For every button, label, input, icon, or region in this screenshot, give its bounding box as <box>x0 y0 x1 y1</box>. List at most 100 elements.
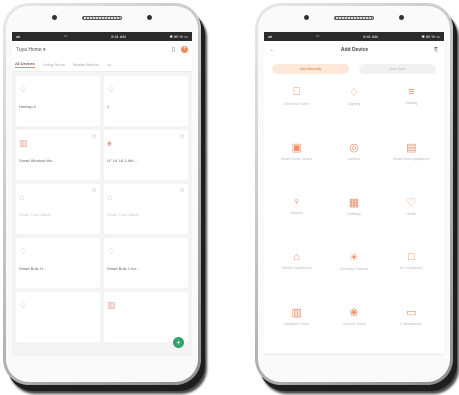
wifi-icon: ◠ <box>315 34 320 39</box>
category-item[interactable]: ☀ Cleaning Products <box>325 249 382 294</box>
device-card-offline[interactable]: ⌂ ⏻ Smart Gate Mach... <box>104 184 188 234</box>
battery-indicator: ✱ 60 % ▭ <box>169 34 188 39</box>
add-device-button[interactable]: + <box>181 46 188 53</box>
plug-icon: ⌂ <box>107 192 113 202</box>
gate-icon: ▦ <box>348 197 360 209</box>
power-icon[interactable]: ⏻ <box>180 134 184 140</box>
power-icon[interactable]: ⏻ <box>92 134 96 140</box>
category-item[interactable]: ▤ Small Home Appliances <box>383 139 440 184</box>
page-title: Add Device <box>340 46 369 53</box>
room-tabs: All Devices Living Room Master Bedroo ••… <box>12 58 192 72</box>
appliance-icon: ▤ <box>406 142 417 154</box>
category-label: Health <box>406 212 417 216</box>
power-icon[interactable]: ⏻ <box>180 188 184 194</box>
bulb-icon: ♢ <box>349 87 359 99</box>
chevron-right-icon: › <box>95 281 97 286</box>
tabs-more-icon[interactable]: ••• <box>107 62 111 67</box>
bulb-icon: ♢ <box>107 84 116 94</box>
switch-icon: ▥ <box>107 300 116 310</box>
add-manually-tab[interactable]: Add Manually <box>272 64 349 74</box>
tab-master-bedroom[interactable]: Master Bedroo <box>73 62 99 67</box>
back-arrow-icon[interactable]: ← <box>270 47 275 53</box>
category-label: Smart Home Sensor <box>280 157 313 161</box>
bulb-icon: ♢ <box>19 246 28 256</box>
category-item[interactable]: ▥ Intelligent Panel <box>268 304 325 349</box>
category-label: Entertainment <box>400 322 423 326</box>
sensor-dot-icon <box>147 15 152 20</box>
category-label: Heating <box>405 101 418 105</box>
camera-icon <box>52 15 57 20</box>
heart-icon: ♡ <box>406 197 417 209</box>
device-card[interactable]: ♢ 1 › <box>104 76 188 126</box>
mode-toggle: Add Manually Auto Scan <box>264 58 444 80</box>
device-name: Smart Window Ma... <box>19 158 56 163</box>
category-item[interactable]: □ Air Conditioner <box>383 249 440 294</box>
device-card[interactable]: ♢ Smart Bulb H... › <box>16 238 100 288</box>
device-card[interactable]: ▥ ⏻ Smart Window Ma... <box>16 130 100 180</box>
wifi-icon: ◠ <box>63 34 68 39</box>
tab-living-room[interactable]: Living Room <box>43 62 65 67</box>
sensor-dot-icon <box>399 15 404 20</box>
category-item[interactable]: ⎕ Electrical Outlet <box>268 84 325 129</box>
signal-icon: atl <box>268 34 273 39</box>
category-item[interactable]: ♀ Security <box>268 194 325 239</box>
device-card[interactable]: ♢ Hemisp.0 › <box>16 76 100 126</box>
category-grid: ⎕ Electrical Outlet ♢ Lighting ≡ Heating ▣ S… <box>264 80 444 353</box>
category-label: Outdoor Travel <box>342 322 366 326</box>
device-name: Smart Gate Mach... <box>19 212 54 217</box>
category-label: Gateway <box>347 212 361 216</box>
add-device-screen: atl ◠ 9:41 AM ✱ 60 % ▭ ← Add Device ⎘ Ad… <box>264 32 444 356</box>
add-fab-button[interactable]: + <box>173 337 184 348</box>
device-grid: ♢ Hemisp.0 › ♢ 1 › ▥ ⏻ Smart Window Ma... ♠ ⏻ LF… <box>12 72 192 346</box>
category-item[interactable]: ◎ Camera <box>325 139 382 184</box>
category-item[interactable]: ▦ Gateway <box>325 194 382 239</box>
category-label: Security <box>290 211 303 215</box>
device-card[interactable]: ♠ ⏻ LF LK 16.1 Ath... <box>104 130 188 180</box>
category-item[interactable]: ♢ Lighting <box>325 84 382 129</box>
chevron-right-icon: › <box>183 119 185 124</box>
other-icon: ▭ <box>406 307 417 319</box>
category-label: Kitchen Appliances <box>281 266 312 270</box>
device-card[interactable]: ♢ Smart Bulb 1 for... › <box>104 238 188 288</box>
category-item[interactable]: ♡ Health <box>383 194 440 239</box>
device-card[interactable]: ▥ <box>104 292 188 342</box>
outdoor-icon: ❀ <box>349 307 359 319</box>
device-name: Smart Bulb 1 for... <box>107 266 140 271</box>
category-item[interactable]: ❀ Outdoor Travel <box>325 304 382 349</box>
home-selector[interactable]: Tuya Home ▾ <box>16 47 166 53</box>
category-label: Intelligent Panel <box>284 322 310 326</box>
switch-icon: ▥ <box>19 138 28 148</box>
scan-icon[interactable]: ⎘ <box>434 47 438 53</box>
signal-icon: atl <box>16 34 21 39</box>
cleaner-icon: ☀ <box>349 252 359 264</box>
phone-bezel: atl ◠ 9:41 AM ✱ 60 % ▭ ← Add Device ⎘ Ad… <box>258 6 450 382</box>
device-icon[interactable]: ▯ <box>172 46 175 53</box>
speaker-grille <box>82 16 122 20</box>
bulb-icon: ♢ <box>19 300 28 310</box>
category-label: Air Conditioner <box>399 266 423 270</box>
device-card-offline[interactable]: ⌂ ⏻ Smart Gate Mach... <box>16 184 100 234</box>
auto-scan-tab[interactable]: Auto Scan <box>359 64 436 74</box>
tab-all-devices[interactable]: All Devices <box>15 61 35 68</box>
device-name: Hemisp.0 <box>19 104 36 109</box>
category-item[interactable]: ⌂ Kitchen Appliances <box>268 249 325 294</box>
camera-icon <box>304 15 309 20</box>
category-item[interactable]: ▭ Entertainment <box>383 304 440 349</box>
bulb-icon: ♢ <box>107 246 116 256</box>
phone-frame-right: atl ◠ 9:41 AM ✱ 60 % ▭ ← Add Device ⎘ Ad… <box>255 3 453 385</box>
speaker-grille <box>334 16 374 20</box>
category-item[interactable]: ≡ Heating <box>383 84 440 129</box>
power-icon[interactable]: ⏻ <box>92 188 96 194</box>
camera-icon: ◎ <box>349 142 359 154</box>
lamp-icon: ♠ <box>107 138 112 148</box>
home-header: Tuya Home ▾ ▯ + <box>12 41 192 58</box>
device-list-screen: atl ◠ 9:41 AM ✱ 60 % ▭ Tuya Home ▾ ▯ + A… <box>12 32 192 356</box>
category-item[interactable]: ▣ Smart Home Sensor <box>268 139 325 184</box>
category-label: Lighting <box>347 102 361 106</box>
hvac-icon: □ <box>407 251 415 263</box>
device-name: 1 <box>107 104 110 109</box>
phone-frame-left: atl ◠ 9:41 AM ✱ 60 % ▭ Tuya Home ▾ ▯ + A… <box>3 3 201 385</box>
device-card[interactable]: ♢ <box>16 292 100 342</box>
device-name: LF LK 16.1 Ath... <box>107 158 137 163</box>
thermo-icon: ♀ <box>292 196 301 208</box>
